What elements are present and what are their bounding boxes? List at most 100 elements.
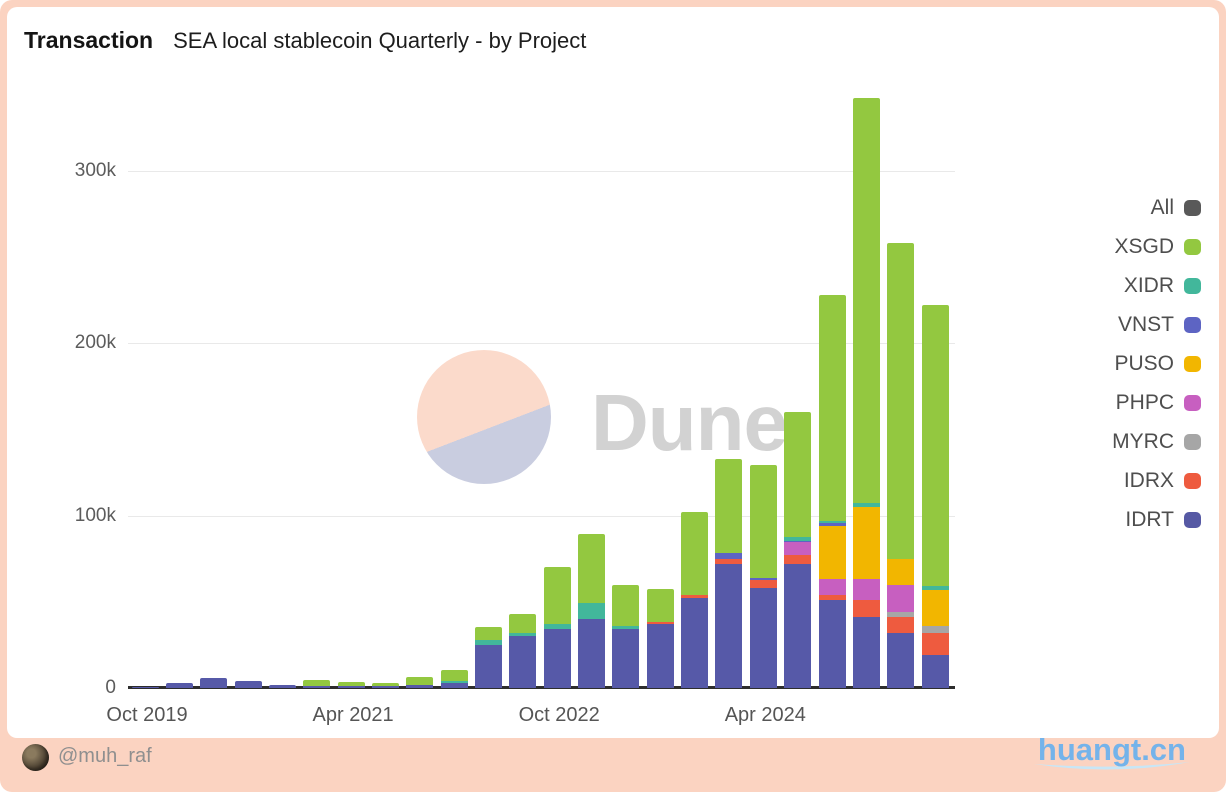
- bar-jan-2025[interactable]: [852, 98, 880, 688]
- segment-idrx: [852, 600, 880, 618]
- legend-swatch-icon: [1184, 277, 1201, 294]
- bar-jul-2022[interactable]: [509, 613, 537, 688]
- segment-idrt: [337, 686, 365, 688]
- legend-item-phpc[interactable]: PHPC: [1112, 383, 1201, 422]
- segment-idrt: [268, 684, 296, 688]
- bar-jan-2020[interactable]: [165, 682, 193, 688]
- legend-item-vnst[interactable]: VNST: [1112, 305, 1201, 344]
- segment-idrt: [715, 563, 743, 688]
- legend-label: XSGD: [1114, 234, 1174, 258]
- avatar: [22, 744, 49, 771]
- segment-xsgd: [509, 613, 537, 633]
- y-axis-label: 200k: [74, 332, 116, 353]
- segment-idrt: [543, 629, 571, 688]
- legend-swatch-icon: [1184, 511, 1201, 528]
- segment-xsgd: [681, 512, 709, 595]
- bar-oct-2022[interactable]: [543, 567, 571, 688]
- bar-jul-2024[interactable]: [784, 412, 812, 688]
- legend-item-idrx[interactable]: IDRX: [1112, 461, 1201, 500]
- segment-idrt: [578, 618, 606, 688]
- logo-text: huangt.cn: [1037, 732, 1186, 767]
- segment-idrt: [234, 681, 262, 688]
- segment-idrt: [818, 600, 846, 688]
- plot-area: Dune 0 100k 200k 300k Oct 2019 Apr 2021 Oct 20…: [7, 7, 1219, 738]
- segment-idrt: [475, 644, 502, 688]
- legend-swatch-icon: [1184, 316, 1201, 333]
- legend-item-myrc[interactable]: MYRC: [1112, 422, 1201, 461]
- segment-xsgd: [543, 567, 571, 625]
- x-axis-label: Oct 2022: [518, 704, 600, 726]
- legend-swatch-icon: [1184, 394, 1201, 411]
- legend-item-all[interactable]: All: [1112, 188, 1201, 227]
- legend-item-xsgd[interactable]: XSGD: [1112, 227, 1201, 266]
- bar-apr-2022[interactable]: [475, 626, 502, 688]
- bar-jul-2025[interactable]: [921, 305, 949, 688]
- segment-idrx: [784, 555, 812, 564]
- segment-puso: [921, 589, 949, 626]
- x-axis-label: Apr 2021: [312, 704, 394, 726]
- segment-idrt: [165, 682, 193, 688]
- y-axis-label: 0: [105, 677, 116, 698]
- bar-jan-2023[interactable]: [578, 534, 606, 688]
- dune-chart-page: Transaction SEA local stablecoin Quarter…: [0, 0, 1226, 792]
- bar-oct-2023[interactable]: [681, 512, 709, 688]
- legend-swatch-icon: [1184, 355, 1201, 372]
- bar-jul-2021[interactable]: [371, 682, 399, 688]
- bar-jul-2020[interactable]: [234, 681, 262, 688]
- legend: All XSGD XIDR VNST PUSO PHPC MYRC IDRX IDRT: [1112, 188, 1201, 539]
- segment-xsgd: [475, 626, 502, 640]
- bar-jan-2022[interactable]: [440, 669, 468, 688]
- segment-idrt: [509, 636, 537, 688]
- segment-xsgd: [852, 98, 880, 503]
- legend-label: IDRX: [1123, 468, 1174, 492]
- segment-idrt: [440, 682, 468, 688]
- segment-myrc: [921, 625, 949, 633]
- segment-idrt: [852, 617, 880, 688]
- bar-oct-2021[interactable]: [406, 676, 434, 688]
- bar-apr-2025[interactable]: [887, 242, 915, 688]
- segment-idrt: [784, 563, 812, 688]
- legend-item-idrt[interactable]: IDRT: [1112, 500, 1201, 539]
- bar-oct-2020[interactable]: [268, 684, 296, 688]
- bar-oct-2019[interactable]: [131, 687, 159, 688]
- bar-apr-2024[interactable]: [749, 464, 777, 688]
- x-axis-label: Apr 2024: [724, 704, 806, 726]
- bar-jul-2023[interactable]: [646, 588, 674, 688]
- y-axis-label: 100k: [74, 504, 116, 526]
- segment-xsgd: [715, 458, 743, 554]
- segment-idrt: [371, 686, 399, 688]
- bar-apr-2020[interactable]: [200, 677, 228, 688]
- segment-puso: [887, 558, 915, 585]
- legend-label: MYRC: [1112, 429, 1174, 453]
- bar-jan-2024[interactable]: [715, 458, 743, 688]
- legend-label: IDRT: [1125, 507, 1174, 531]
- author-handle: @muh_raf: [58, 745, 152, 767]
- segment-idrt: [131, 687, 159, 688]
- legend-swatch-icon: [1184, 199, 1201, 216]
- segment-xsgd: [921, 305, 949, 587]
- legend-label: VNST: [1117, 312, 1174, 336]
- legend-label: PUSO: [1114, 351, 1174, 375]
- dune-watermark-pie-icon: [417, 350, 551, 484]
- legend-swatch-icon: [1184, 433, 1201, 450]
- segment-xsgd: [440, 669, 468, 682]
- segment-phpc: [818, 579, 846, 595]
- legend-swatch-icon: [1184, 238, 1201, 255]
- segment-xsgd: [612, 584, 640, 626]
- segment-xsgd: [749, 464, 777, 579]
- bar-apr-2023[interactable]: [612, 584, 640, 688]
- segment-xsgd: [578, 534, 606, 604]
- legend-swatch-icon: [1184, 472, 1201, 489]
- segment-xidr: [578, 603, 606, 619]
- segment-phpc: [852, 579, 880, 601]
- gridline: [128, 170, 955, 172]
- bar-oct-2024[interactable]: [818, 294, 846, 688]
- legend-item-xidr[interactable]: XIDR: [1112, 266, 1201, 305]
- y-axis-label: 300k: [74, 159, 116, 181]
- legend-item-puso[interactable]: PUSO: [1112, 344, 1201, 383]
- segment-xsgd: [406, 676, 434, 685]
- bar-apr-2021[interactable]: [337, 681, 365, 688]
- bar-jan-2021[interactable]: [303, 680, 331, 688]
- segment-idrx: [921, 632, 949, 656]
- segment-idrt: [406, 684, 434, 688]
